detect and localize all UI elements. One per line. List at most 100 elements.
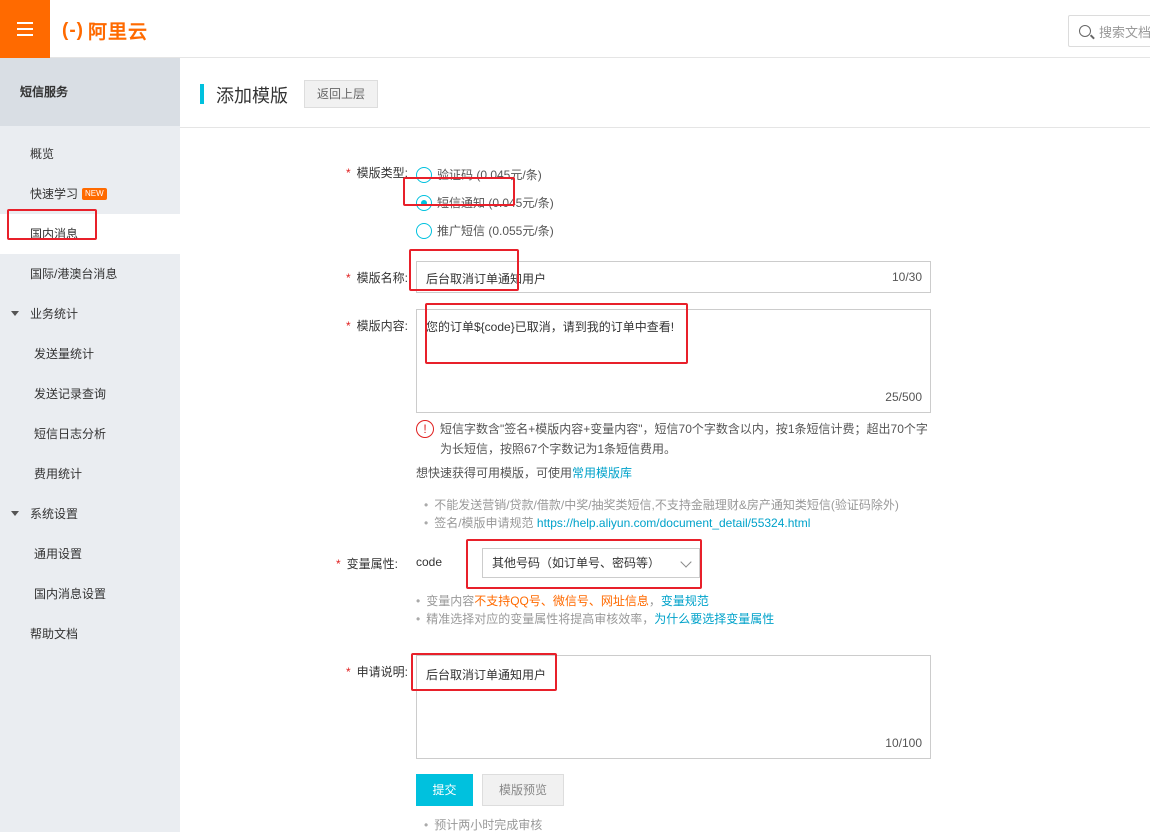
template-name-label: * 模版名称: — [346, 269, 408, 286]
chevron-down-icon — [680, 556, 692, 568]
sidebar-item-international-message[interactable]: 国际/港澳台消息 — [0, 254, 180, 294]
warning-icon: ! — [416, 420, 434, 438]
sidebar-item-log-analysis[interactable]: 短信日志分析 — [0, 414, 180, 454]
submit-button[interactable]: 提交 — [416, 774, 473, 806]
sidebar-item-help-docs[interactable]: 帮助文档 — [0, 614, 180, 654]
sidebar-item-label: 快速学习 — [30, 187, 79, 201]
required-mark: * — [346, 271, 351, 285]
notice-text: 短信字数含"签名+模版内容+变量内容"，短信70个字数含以内，按1条短信计费；超… — [440, 422, 928, 456]
sidebar-item-label: 通用设置 — [34, 547, 83, 561]
logo-text: 阿里云 — [87, 22, 148, 43]
template-content-label: * 模版内容: — [346, 317, 408, 334]
variable-type-select[interactable]: 其他号码（如订单号、密码等） — [482, 548, 700, 578]
application-description-label: * 申请说明: — [346, 663, 408, 680]
sidebar-group-business-stats[interactable]: 业务统计 — [0, 294, 180, 334]
required-mark: * — [346, 319, 351, 333]
template-library-link[interactable]: 常用模版库 — [572, 466, 632, 480]
radio-icon — [416, 166, 432, 183]
tip-text: 精准选择对应的变量属性将提高审核效率， — [426, 612, 655, 626]
rule-item: 签名/模版申请规范 https://help.aliyun.com/docume… — [424, 514, 810, 531]
sidebar-item-quick-learn[interactable]: 快速学习 NEW — [0, 174, 180, 214]
aliyun-logo[interactable]: (-) 阿里云 — [62, 17, 148, 44]
sidebar-item-label: 业务统计 — [30, 307, 79, 321]
search-placeholder: 搜索文档 — [1099, 24, 1150, 40]
required-mark: * — [346, 166, 351, 180]
template-name-counter: 10/30 — [891, 270, 922, 284]
required-mark: * — [336, 557, 341, 571]
page-title: 添加模版 — [216, 86, 288, 106]
select-value: 其他号码（如订单号、密码等） — [492, 556, 661, 570]
sidebar-item-cost-stats[interactable]: 费用统计 — [0, 454, 180, 494]
new-badge: NEW — [82, 187, 107, 200]
template-content-counter: 25/500 — [885, 390, 922, 404]
radio-verification-code[interactable]: 验证码 (0.045元/条) — [416, 166, 542, 183]
rule-text: 签名/模版申请规范 — [434, 516, 534, 530]
sidebar-group-system-settings[interactable]: 系统设置 — [0, 494, 180, 534]
sidebar: 短信服务 概览 快速学习 NEW 国内消息 国际/港澳台消息 业务统计 发送量统计… — [0, 58, 180, 832]
label-text: 模版名称: — [356, 271, 409, 285]
application-description-textarea[interactable]: 后台取消订单通知用户 10/100 — [416, 655, 931, 759]
search-box[interactable]: 搜索文档 — [1068, 15, 1150, 47]
hamburger-icon — [17, 22, 33, 36]
template-content-textarea[interactable]: 您的订单${code}已取消，请到我的订单中查看! 25/500 — [416, 309, 931, 413]
sidebar-item-label: 系统设置 — [30, 507, 79, 521]
variable-name: code — [416, 555, 443, 569]
sidebar-item-label: 发送量统计 — [34, 347, 95, 361]
radio-label: 推广短信 (0.055元/条) — [437, 224, 554, 238]
radio-label: 验证码 (0.045元/条) — [437, 168, 542, 182]
variable-attribute-label: * 变量属性: — [336, 555, 398, 572]
sidebar-item-general-settings[interactable]: 通用设置 — [0, 534, 180, 574]
sidebar-item-label: 发送记录查询 — [34, 387, 107, 401]
label-text: 申请说明: — [356, 665, 409, 679]
sidebar-item-label: 费用统计 — [34, 467, 83, 481]
sidebar-item-overview[interactable]: 概览 — [0, 134, 180, 174]
radio-icon — [416, 222, 432, 239]
sidebar-item-label: 国际/港澳台消息 — [30, 267, 118, 281]
sidebar-item-send-records[interactable]: 发送记录查询 — [0, 374, 180, 414]
main-content: 添加模版 返回上层 * 模版类型: 验证码 (0.045元/条) 短信通知 (0.… — [180, 58, 1150, 832]
label-text: 变量属性: — [346, 557, 399, 571]
spec-link[interactable]: https://help.aliyun.com/document_detail/… — [537, 516, 811, 530]
sidebar-item-domestic-settings[interactable]: 国内消息设置 — [0, 574, 180, 614]
radio-label: 短信通知 (0.045元/条) — [437, 196, 554, 210]
aliyun-logo-mark: (-) — [62, 19, 84, 41]
rule-item: 不能发送营销/贷款/借款/中奖/抽奖类短信,不支持金融理财&房产通知类短信(验证… — [424, 496, 899, 513]
search-icon — [1079, 25, 1091, 37]
variable-tip: 精准选择对应的变量属性将提高审核效率，为什么要选择变量属性 — [416, 610, 774, 627]
sidebar-title: 短信服务 — [0, 58, 180, 126]
variable-tip: 变量内容不支持QQ号、微信号、网址信息，变量规范 — [416, 592, 709, 609]
description-counter: 10/100 — [885, 736, 922, 750]
sidebar-item-label: 短信日志分析 — [34, 427, 107, 441]
radio-checked-icon — [416, 194, 432, 211]
tip-separator: ， — [648, 594, 661, 608]
template-library-hint: 想快速获得可用模版，可使用常用模版库 — [416, 464, 632, 481]
variable-spec-link[interactable]: 变量规范 — [661, 594, 709, 608]
menu-button[interactable] — [0, 0, 50, 58]
label-text: 模版内容: — [356, 319, 409, 333]
tip-text: 变量内容 — [426, 594, 475, 608]
caret-down-icon — [11, 511, 19, 516]
required-mark: * — [346, 665, 351, 679]
template-content-value: 您的订单${code}已取消，请到我的订单中查看! — [426, 320, 675, 334]
radio-promotion-sms[interactable]: 推广短信 (0.055元/条) — [416, 222, 554, 239]
template-preview-button[interactable]: 模版预览 — [482, 774, 564, 806]
top-bar: (-) 阿里云 搜索文档 — [0, 0, 1150, 58]
sidebar-item-domestic-message[interactable]: 国内消息 — [0, 214, 180, 254]
sidebar-item-label: 国内消息 — [30, 227, 79, 241]
why-variable-link[interactable]: 为什么要选择变量属性 — [654, 612, 774, 626]
back-button[interactable]: 返回上层 — [304, 80, 378, 108]
sidebar-item-label: 帮助文档 — [30, 627, 79, 641]
sidebar-item-send-volume[interactable]: 发送量统计 — [0, 334, 180, 374]
hint-text: 想快速获得可用模版，可使用 — [416, 466, 573, 480]
description-value: 后台取消订单通知用户 — [426, 668, 547, 682]
radio-sms-notification[interactable]: 短信通知 (0.045元/条) — [416, 194, 554, 211]
sms-length-notice: ! 短信字数含"签名+模版内容+变量内容"，短信70个字数含以内，按1条短信计费… — [416, 419, 936, 459]
template-name-input[interactable]: 后台取消订单通知用户 10/30 — [416, 261, 931, 293]
tip-warning-text: 不支持QQ号、微信号、网址信息 — [474, 594, 649, 608]
template-type-label: * 模版类型: — [346, 164, 408, 181]
template-name-value: 后台取消订单通知用户 — [426, 272, 547, 286]
label-text: 模版类型: — [356, 166, 409, 180]
page-header: 添加模版 返回上层 — [180, 58, 1150, 128]
caret-down-icon — [11, 311, 19, 316]
sidebar-item-label: 国内消息设置 — [34, 587, 107, 601]
